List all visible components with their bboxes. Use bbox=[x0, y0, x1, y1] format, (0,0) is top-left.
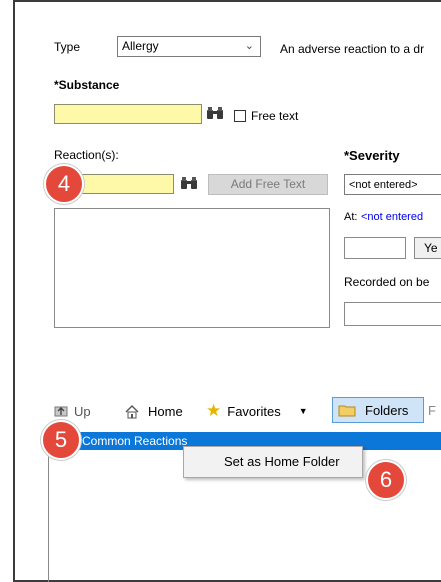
up-label: Up bbox=[74, 403, 91, 419]
toolbar-overflow-label: F bbox=[428, 403, 436, 418]
step-badge-6: 6 bbox=[366, 460, 406, 500]
folder-icon bbox=[338, 405, 356, 417]
reactions-label: Reaction(s): bbox=[54, 148, 119, 162]
dropdown-arrow-icon[interactable]: ▼ bbox=[299, 406, 308, 416]
substance-label: *Substance bbox=[54, 78, 120, 92]
year-button[interactable]: Ye bbox=[414, 237, 441, 259]
binoculars-icon[interactable] bbox=[180, 176, 198, 190]
substance-input[interactable] bbox=[54, 104, 202, 124]
step-badge-4: 4 bbox=[44, 164, 84, 204]
folder-up-icon bbox=[54, 406, 68, 417]
home-label: Home bbox=[148, 403, 183, 419]
type-select[interactable]: Allergy ⌄ bbox=[117, 36, 261, 57]
recorded-on-input[interactable] bbox=[344, 302, 441, 326]
severity-select-value: <not entered> bbox=[349, 179, 418, 191]
date-input[interactable] bbox=[344, 237, 406, 259]
step-badge-5: 5 bbox=[41, 420, 81, 460]
add-free-text-button[interactable]: Add Free Text bbox=[208, 174, 328, 195]
star-icon: ★ bbox=[206, 401, 222, 420]
severity-select[interactable]: <not entered> bbox=[344, 174, 441, 195]
recorded-on-label: Recorded on be bbox=[344, 275, 430, 289]
at-link[interactable]: <not entered bbox=[361, 211, 423, 223]
home-icon bbox=[125, 404, 139, 418]
free-text-checkbox[interactable] bbox=[234, 110, 246, 122]
favorites-button[interactable]: ★ Favorites ▼ bbox=[206, 398, 308, 424]
type-select-value: Allergy bbox=[122, 39, 159, 53]
type-description: An adverse reaction to a dr bbox=[280, 42, 425, 56]
free-text-label: Free text bbox=[251, 109, 299, 123]
home-button[interactable]: Home bbox=[124, 398, 183, 424]
reactions-list[interactable] bbox=[54, 208, 330, 328]
favorites-label: Favorites bbox=[227, 403, 281, 419]
context-menu: Set as Home Folder bbox=[183, 446, 363, 478]
severity-label: *Severity bbox=[344, 148, 400, 163]
folders-button[interactable]: Folders bbox=[332, 397, 424, 423]
chevron-down-icon: ⌄ bbox=[244, 40, 254, 52]
at-label: At: bbox=[344, 211, 358, 223]
binoculars-icon[interactable] bbox=[206, 106, 224, 120]
menu-item-set-as-home-folder[interactable]: Set as Home Folder bbox=[224, 454, 340, 469]
type-label: Type bbox=[54, 40, 81, 54]
common-reactions-label[interactable]: Common Reactions bbox=[82, 434, 187, 448]
folders-label: Folders bbox=[365, 402, 409, 418]
